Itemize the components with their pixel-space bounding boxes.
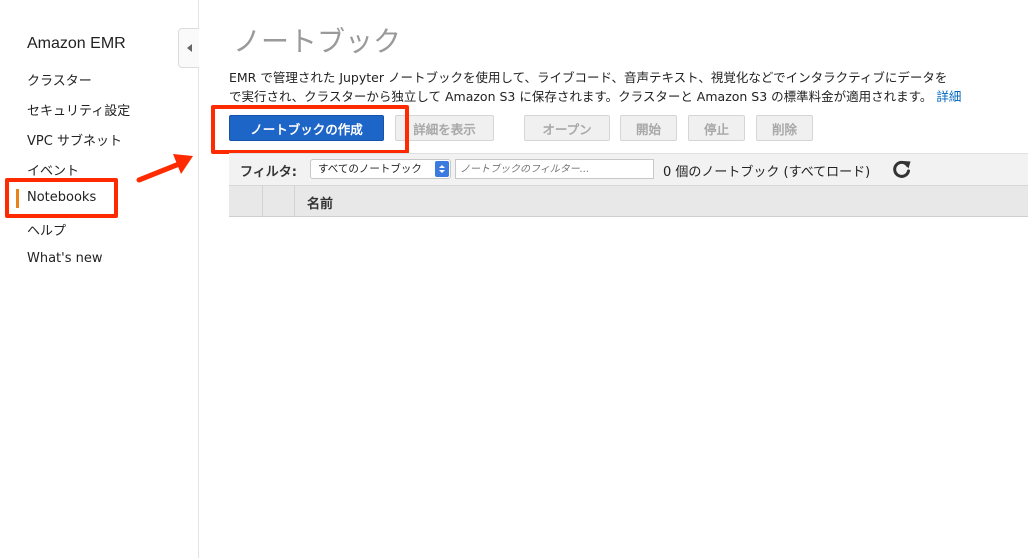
sidebar-item-security[interactable]: セキュリティ設定	[27, 100, 130, 119]
filter-select-value: すべてのノートブック	[318, 163, 422, 175]
description-line-1: EMR で管理された Jupyter ノートブックを使用して、ライブコード、音声…	[229, 70, 948, 85]
annotation-arrow-icon	[136, 154, 193, 183]
notebook-count: 0 個のノートブック (すべてロード)	[663, 165, 871, 180]
sidebar: Amazon EMR クラスター セキュリティ設定 VPC サブネット イベント…	[0, 0, 199, 558]
sidebar-collapse-button[interactable]	[178, 28, 199, 68]
sidebar-item-help[interactable]: ヘルプ	[27, 220, 66, 239]
sidebar-title[interactable]: Amazon EMR	[27, 35, 126, 53]
filter-select[interactable]: すべてのノートブック	[310, 159, 451, 179]
column-header-name[interactable]: 名前	[307, 193, 333, 212]
delete-button[interactable]: 削除	[756, 115, 813, 141]
sidebar-item-vpc-subnets[interactable]: VPC サブネット	[27, 130, 122, 149]
start-button[interactable]: 開始	[620, 115, 677, 141]
view-details-button[interactable]: 詳細を表示	[395, 115, 494, 141]
refresh-icon[interactable]	[892, 159, 912, 179]
learn-more-link[interactable]: 詳細	[936, 89, 961, 104]
page-title: ノートブック	[233, 25, 402, 58]
annotation-highlight-notebooks	[5, 178, 118, 218]
stop-button[interactable]: 停止	[688, 115, 745, 141]
column-separator	[262, 186, 263, 216]
chevron-left-icon	[186, 44, 192, 52]
open-button[interactable]: オープン	[524, 115, 610, 141]
sidebar-item-events[interactable]: イベント	[27, 160, 79, 179]
page-description: EMR で管理された Jupyter ノートブックを使用して、ライブコード、音声…	[229, 68, 1028, 106]
sidebar-item-whats-new[interactable]: What's new	[27, 251, 103, 266]
description-line-2: で実行され、クラスターから独立して Amazon S3 に保存されます。クラスタ…	[229, 89, 933, 104]
filter-input[interactable]	[455, 159, 654, 179]
filter-label: フィルタ:	[240, 165, 297, 180]
column-separator	[294, 186, 295, 216]
sidebar-item-clusters[interactable]: クラスター	[27, 70, 92, 89]
filter-bar: フィルタ: すべてのノートブック 0 個のノートブック (すべてロード)	[229, 153, 1028, 186]
table-header: 名前	[229, 185, 1028, 217]
select-arrows-icon	[435, 161, 449, 177]
annotation-highlight-create-button	[211, 105, 409, 154]
